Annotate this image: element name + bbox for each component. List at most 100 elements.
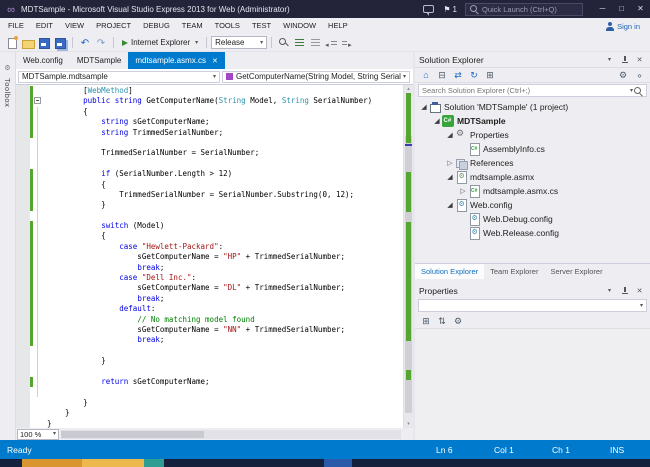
close-button[interactable]	[631, 0, 650, 18]
comment-out-icon[interactable]	[293, 36, 307, 50]
menu-item-tools[interactable]: TOOLS	[209, 18, 246, 34]
code-line[interactable]: sGetComputerName = "DL" + TrimmedSerialN…	[16, 283, 403, 293]
code-line[interactable]	[16, 367, 403, 377]
tree-item-references[interactable]: References	[415, 156, 650, 170]
zoom-dropdown[interactable]: 100 %	[17, 429, 59, 440]
panel-tab-server-explorer[interactable]: Server Explorer	[544, 264, 608, 279]
expand-arrow-icon[interactable]	[445, 173, 455, 181]
code-line[interactable]: switch (Model)	[16, 221, 403, 231]
code-line[interactable]: return sGetComputerName;	[16, 377, 403, 387]
editor-vertical-scrollbar[interactable]	[403, 85, 413, 428]
tree-item-solution-mdtsample-1-project[interactable]: Solution 'MDTSample' (1 project)	[415, 100, 650, 114]
code-line[interactable]	[16, 138, 403, 148]
toolbox-tab[interactable]: Toolbox	[0, 52, 16, 440]
properties-icon[interactable]	[616, 68, 630, 82]
code-line[interactable]: }	[16, 356, 403, 366]
member-dropdown[interactable]: GetComputerName(String Model, String Ser…	[222, 71, 410, 83]
notifications-button[interactable]: 1	[443, 5, 457, 14]
menu-item-view[interactable]: VIEW	[59, 18, 90, 34]
tree-item-mdtsample-asmx-cs[interactable]: mdtsample.asmx.cs	[415, 184, 650, 198]
tree-item-mdtsample-asmx[interactable]: mdtsample.asmx	[415, 170, 650, 184]
tree-item-properties[interactable]: Properties	[415, 128, 650, 142]
panel-tab-solution-explorer[interactable]: Solution Explorer	[415, 264, 484, 279]
start-debug-button[interactable]: Internet Explorer	[118, 38, 202, 47]
status-column[interactable]: Col 1	[494, 445, 552, 455]
code-line[interactable]	[16, 387, 403, 397]
build-config-dropdown[interactable]: Release	[211, 36, 267, 49]
outline-collapse-icon[interactable]	[34, 97, 41, 104]
close-icon[interactable]	[633, 285, 646, 297]
scroll-down-arrow-icon[interactable]	[404, 420, 413, 428]
scroll-up-arrow-icon[interactable]	[404, 85, 413, 93]
expand-arrow-icon[interactable]	[432, 117, 442, 125]
expand-arrow-icon[interactable]	[419, 103, 429, 111]
code-line[interactable]: case "Dell Inc.":	[16, 273, 403, 283]
save-icon[interactable]	[37, 36, 51, 50]
show-all-files-icon[interactable]	[483, 68, 497, 82]
code-line[interactable]: }	[16, 419, 403, 429]
collapse-all-icon[interactable]	[435, 68, 449, 82]
code-line[interactable]: {	[16, 231, 403, 241]
menu-item-window[interactable]: WINDOW	[277, 18, 322, 34]
tree-item-web-debug-config[interactable]: Web.Debug.config	[415, 212, 650, 226]
sync-with-active-document-icon[interactable]	[451, 68, 465, 82]
alphabetical-icon[interactable]	[435, 314, 449, 328]
save-all-icon[interactable]	[53, 36, 67, 50]
maximize-button[interactable]	[612, 0, 631, 18]
code-line[interactable]: case "Hewlett-Packard":	[16, 242, 403, 252]
minimize-button[interactable]	[593, 0, 612, 18]
menu-item-help[interactable]: HELP	[322, 18, 354, 34]
window-position-icon[interactable]	[603, 54, 616, 66]
new-file-icon[interactable]	[5, 36, 19, 50]
refresh-icon[interactable]	[467, 68, 481, 82]
status-character[interactable]: Ch 1	[552, 445, 610, 455]
panel-tab-team-explorer[interactable]: Team Explorer	[484, 264, 544, 279]
code-editor[interactable]: [WebMethod] public string GetComputerNam…	[16, 85, 413, 428]
code-line[interactable]: sGetComputerName = "NN" + TrimmedSerialN…	[16, 325, 403, 335]
menu-item-project[interactable]: PROJECT	[90, 18, 137, 34]
code-line[interactable]: if (SerialNumber.Length > 12)	[16, 169, 403, 179]
code-line[interactable]: public string GetComputerName(String Mod…	[16, 96, 403, 106]
sign-in-button[interactable]: Sign in	[606, 22, 640, 31]
menu-item-edit[interactable]: EDIT	[30, 18, 59, 34]
property-pages-icon[interactable]	[451, 314, 465, 328]
code-line[interactable]: sGetComputerName = "HP" + TrimmedSerialN…	[16, 252, 403, 262]
increase-indent-icon[interactable]	[341, 36, 355, 50]
menu-item-team[interactable]: TEAM	[176, 18, 209, 34]
code-line[interactable]: [WebMethod]	[16, 86, 403, 96]
code-line[interactable]	[16, 346, 403, 356]
code-line[interactable]: string sGetComputerName;	[16, 117, 403, 127]
uncomment-icon[interactable]	[309, 36, 323, 50]
expand-arrow-icon[interactable]	[445, 131, 455, 139]
code-line[interactable]: }	[16, 200, 403, 210]
tree-item-assemblyinfo-cs[interactable]: AssemblyInfo.cs	[415, 142, 650, 156]
code-line[interactable]: break;	[16, 263, 403, 273]
window-position-icon[interactable]	[603, 285, 616, 297]
tree-item-web-release-config[interactable]: Web.Release.config	[415, 226, 650, 240]
close-icon[interactable]	[633, 54, 646, 66]
status-line[interactable]: Ln 6	[436, 445, 494, 455]
close-icon[interactable]: ✕	[212, 57, 218, 65]
type-dropdown[interactable]: MDTSample.mdtsample	[18, 71, 220, 83]
pin-icon[interactable]	[618, 54, 631, 66]
open-folder-icon[interactable]	[21, 36, 35, 50]
scrollbar-thumb[interactable]	[61, 431, 204, 438]
status-insert-mode[interactable]: INS	[610, 445, 644, 455]
expand-arrow-icon[interactable]	[445, 159, 455, 167]
code-line[interactable]: default:	[16, 304, 403, 314]
expand-arrow-icon[interactable]	[458, 187, 468, 195]
code-line[interactable]	[16, 159, 403, 169]
code-line[interactable]: {	[16, 180, 403, 190]
code-line[interactable]: }	[16, 398, 403, 408]
editor-horizontal-scrollbar[interactable]	[61, 430, 401, 439]
vscroll-marks[interactable]	[404, 93, 413, 420]
code-line[interactable]: break;	[16, 294, 403, 304]
code-line[interactable]	[16, 211, 403, 221]
tab-web-config[interactable]: Web.config	[16, 52, 70, 69]
home-icon[interactable]	[419, 68, 433, 82]
find-in-files-icon[interactable]	[277, 36, 291, 50]
code-line[interactable]: TrimmedSerialNumber = SerialNumber.Subst…	[16, 190, 403, 200]
menu-item-debug[interactable]: DEBUG	[137, 18, 176, 34]
tab-mdtsample-asmx-cs[interactable]: mdtsample.asmx.cs✕	[128, 52, 225, 69]
feedback-icon[interactable]	[423, 5, 434, 13]
